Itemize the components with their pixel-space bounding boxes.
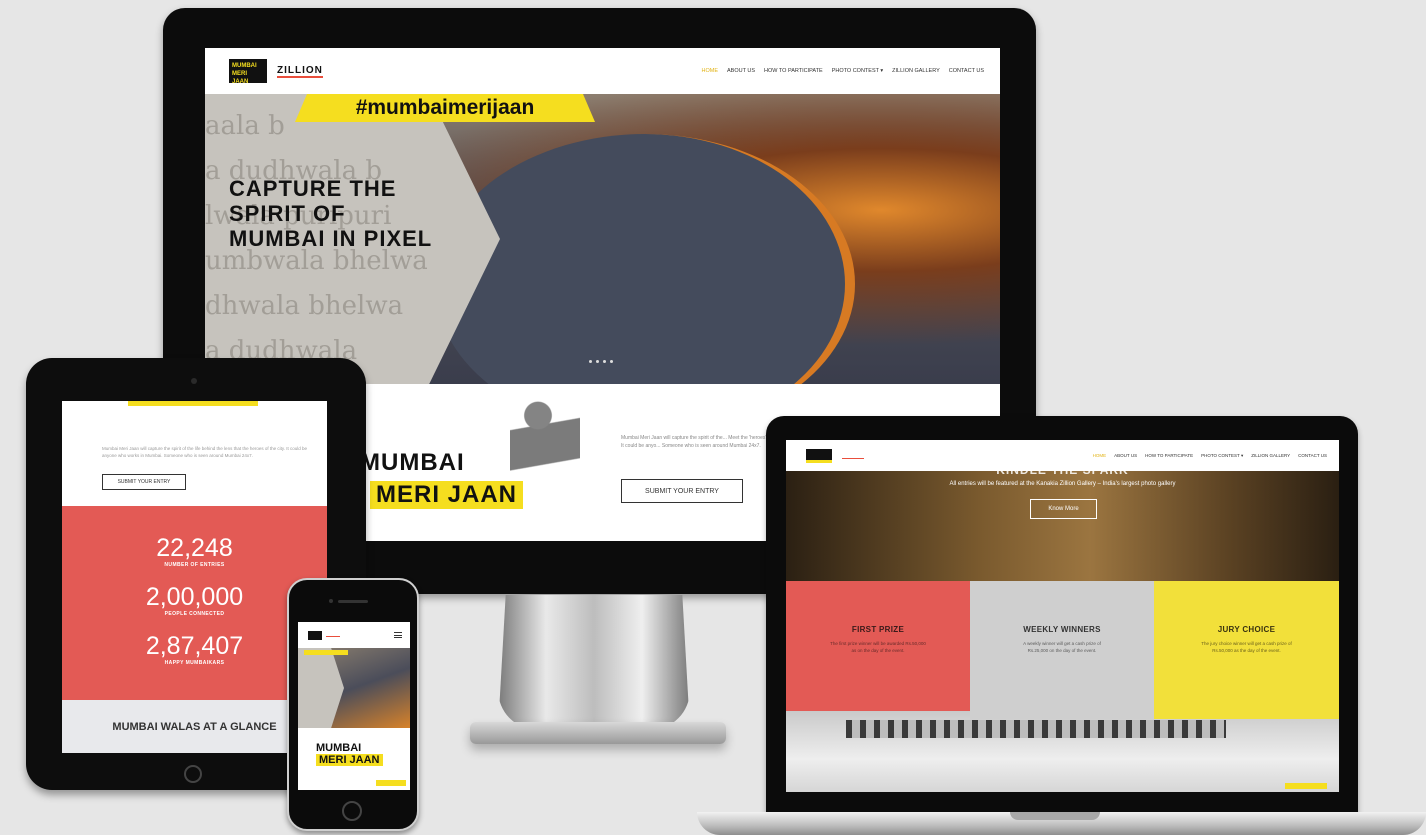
slider-dot[interactable] bbox=[589, 360, 592, 363]
mumbai-meri-jaan-logo: MUMBAI MERI JAAN bbox=[229, 59, 267, 85]
phone-speaker bbox=[338, 600, 368, 603]
big-logo-line-2: MERI JAAN bbox=[370, 481, 524, 509]
phone-submit-button[interactable] bbox=[376, 780, 406, 786]
slider-dot[interactable] bbox=[610, 360, 613, 363]
phone-screen: MUMBAI MERI JAAN bbox=[298, 622, 410, 790]
phone-camera bbox=[329, 599, 333, 603]
nav-item-photo-contest[interactable]: PHOTO CONTEST ▾ bbox=[1201, 453, 1243, 459]
nav-item-contact[interactable]: CONTACT US bbox=[1298, 453, 1327, 459]
laptop-navbar: HOME ABOUT US HOW TO PARTICIPATE PHOTO C… bbox=[786, 440, 1339, 471]
laptop-nav-menu: HOME ABOUT US HOW TO PARTICIPATE PHOTO C… bbox=[1093, 453, 1327, 459]
laptop-zillion-mark bbox=[842, 453, 864, 459]
phone-logo-line-1: MUMBAI bbox=[316, 742, 362, 754]
submit-entry-button[interactable]: SUBMIT YOUR ENTRY bbox=[621, 479, 743, 503]
nav-item-photo-contest[interactable]: PHOTO CONTEST ▾ bbox=[832, 68, 883, 74]
big-logo-line-1: MUMBAI bbox=[360, 449, 465, 476]
nav-item-about[interactable]: ABOUT US bbox=[1114, 453, 1137, 459]
phone-hashtag-bar bbox=[304, 650, 348, 655]
slider-dot[interactable] bbox=[603, 360, 606, 363]
mumbai-meri-jaan-big-logo: MUMBAI MERI JAAN bbox=[360, 399, 590, 529]
box-text: The jury choice winner will get a cash p… bbox=[1201, 641, 1292, 653]
laptop-submit-badge[interactable] bbox=[1285, 783, 1327, 789]
box-title: JURY CHOICE bbox=[1217, 625, 1276, 634]
tablet-description: Mumbai Meri Jaan will capture the spirit… bbox=[102, 446, 308, 458]
box-title: FIRST PRIZE bbox=[851, 625, 905, 634]
kindle-spark-section: KINDLE THE SPARK All entries will be fea… bbox=[786, 463, 1339, 581]
hamburger-icon[interactable] bbox=[394, 632, 402, 638]
phone-home-button bbox=[342, 801, 362, 821]
stat-label: NUMBER OF ENTRIES bbox=[164, 562, 225, 568]
nav-item-zillion-gallery[interactable]: ZILLION GALLERY bbox=[1251, 453, 1290, 459]
tablet-home-button bbox=[184, 765, 202, 783]
phone-hero-arrow bbox=[298, 648, 344, 728]
laptop-site-logo[interactable] bbox=[806, 448, 864, 463]
first-prize-box: FIRST PRIZE The first prize winner will … bbox=[786, 581, 970, 711]
hamburger-middle-bar bbox=[394, 635, 402, 636]
site-logo[interactable]: MUMBAI MERI JAAN ZILLION bbox=[229, 59, 323, 85]
box-title: WEEKLY WINNERS bbox=[1023, 625, 1101, 634]
laptop-bottom-photo bbox=[786, 710, 1339, 792]
logo-line-1: MUMBAI bbox=[232, 63, 257, 69]
tablet-yellow-strip bbox=[128, 401, 258, 406]
phone-navbar bbox=[298, 622, 410, 648]
hashtag-banner: #mumbaimerijaan bbox=[295, 94, 595, 122]
hero-headline: CAPTURE THE SPIRIT OF MUMBAI IN PIXEL bbox=[229, 176, 433, 251]
hero-slider: aala b a dudhwala b lwala puripuri umbwa… bbox=[205, 94, 1000, 384]
know-more-button[interactable]: Know More bbox=[1030, 499, 1097, 519]
laptop-screen: KINDLE THE SPARK All entries will be fea… bbox=[786, 440, 1339, 792]
phone-logo[interactable] bbox=[308, 630, 340, 640]
jury-choice-box: JURY CHOICE The jury choice winner will … bbox=[1154, 581, 1339, 719]
nav-item-how-to-participate[interactable]: HOW TO PARTICIPATE bbox=[764, 68, 823, 74]
phone-logo-line-2: MERI JAAN bbox=[316, 754, 383, 766]
photo-rail bbox=[846, 720, 1226, 738]
nav-item-about[interactable]: ABOUT US bbox=[727, 68, 755, 74]
nav-item-how-to-participate[interactable]: HOW TO PARTICIPATE bbox=[1145, 453, 1193, 459]
box-text: The first prize winner will be awarded R… bbox=[830, 641, 926, 653]
nav-item-zillion-gallery[interactable]: ZILLION GALLERY bbox=[892, 68, 940, 74]
phone-logo-mark bbox=[308, 630, 322, 640]
monitor-base bbox=[470, 722, 726, 744]
gallery-subtext: All entries will be featured at the Kana… bbox=[949, 481, 1176, 487]
stat-entries: 22,248 NUMBER OF ENTRIES bbox=[62, 534, 327, 568]
logo-line-2: MERI JAAN bbox=[232, 71, 249, 85]
tablet-camera bbox=[191, 378, 197, 384]
slider-dot[interactable] bbox=[596, 360, 599, 363]
box-text: A weekly winner will get a cash prize of… bbox=[1023, 641, 1101, 653]
nav-item-home[interactable]: HOME bbox=[702, 68, 719, 74]
phone-big-logo: MUMBAI MERI JAAN bbox=[316, 742, 383, 766]
laptop-logo-mark bbox=[806, 448, 832, 463]
desktop-nav-menu: HOME ABOUT US HOW TO PARTICIPATE PHOTO C… bbox=[702, 68, 985, 74]
slider-dots bbox=[589, 360, 613, 363]
nav-item-contact[interactable]: CONTACT US bbox=[949, 68, 984, 74]
prize-boxes: FIRST PRIZE The first prize winner will … bbox=[786, 581, 1339, 721]
monitor-stand bbox=[498, 595, 690, 730]
tablet-submit-button[interactable]: SUBMIT YOUR ENTRY bbox=[102, 474, 186, 490]
desktop-navbar: MUMBAI MERI JAAN ZILLION HOME ABOUT US H… bbox=[205, 48, 1000, 94]
nav-item-home[interactable]: HOME bbox=[1093, 453, 1107, 459]
phone-zillion-mark bbox=[326, 633, 340, 637]
stat-value: 22,248 bbox=[156, 534, 233, 562]
weekly-winners-box: WEEKLY WINNERS A weekly winner will get … bbox=[970, 581, 1154, 719]
zillion-logo: ZILLION bbox=[277, 64, 323, 78]
phone-hero bbox=[298, 648, 410, 728]
bg-word: dhwala bhelwa bbox=[205, 291, 404, 321]
laptop-notch bbox=[1010, 812, 1100, 820]
